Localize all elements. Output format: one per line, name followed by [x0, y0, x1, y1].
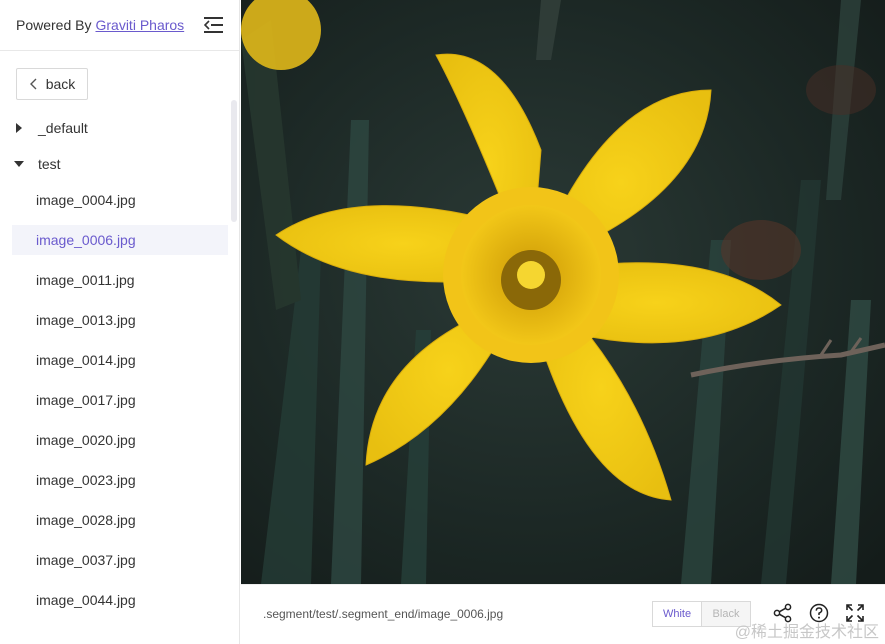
file-item[interactable]: image_0014.jpg — [12, 345, 228, 375]
file-item[interactable]: image_0037.jpg — [12, 545, 228, 575]
powered-by: Powered By Graviti Pharos — [16, 17, 184, 33]
chevron-left-icon — [29, 78, 37, 90]
tree-folder-test[interactable]: test — [14, 154, 61, 174]
file-name: image_0014.jpg — [36, 352, 136, 368]
file-item[interactable]: image_0028.jpg — [12, 505, 228, 535]
file-item[interactable]: image_0044.jpg — [12, 585, 228, 615]
file-name: image_0028.jpg — [36, 512, 136, 528]
bottom-bar: .segment/test/.segment_end/image_0006.jp… — [241, 584, 885, 644]
file-item[interactable]: image_0013.jpg — [12, 305, 228, 335]
file-item[interactable]: image_0004.jpg — [12, 185, 228, 215]
caret-down-icon — [14, 161, 24, 167]
file-item-selected[interactable]: image_0006.jpg — [12, 225, 228, 255]
sidebar-header: Powered By Graviti Pharos — [0, 0, 239, 51]
file-name: image_0017.jpg — [36, 392, 136, 408]
file-item[interactable]: image_0017.jpg — [12, 385, 228, 415]
file-name: image_0011.jpg — [36, 272, 135, 288]
file-name: image_0004.jpg — [36, 192, 136, 208]
caret-right-icon — [16, 123, 22, 133]
sidebar-scrollbar[interactable] — [231, 100, 237, 222]
file-name: image_0044.jpg — [36, 592, 136, 608]
file-name: image_0013.jpg — [36, 312, 136, 328]
file-name: image_0023.jpg — [36, 472, 136, 488]
file-name: image_0020.jpg — [36, 432, 136, 448]
watermark: @稀土掘金技术社区 — [734, 624, 879, 641]
sidebar: Powered By Graviti Pharos back _default t… — [0, 0, 240, 644]
powered-by-label: Powered By — [16, 17, 92, 33]
file-name: image_0037.jpg — [36, 552, 136, 568]
tree-folder-default[interactable]: _default — [14, 118, 88, 138]
menu-collapse-icon[interactable] — [204, 16, 223, 34]
file-path: .segment/test/.segment_end/image_0006.jp… — [263, 607, 504, 621]
daffodil-image — [241, 0, 885, 584]
file-name: image_0006.jpg — [36, 232, 136, 248]
file-item[interactable]: image_0020.jpg — [12, 425, 228, 455]
bg-white-option[interactable]: White — [653, 602, 702, 626]
back-button[interactable]: back — [16, 68, 88, 100]
brand-link[interactable]: Graviti Pharos — [95, 17, 184, 33]
file-item[interactable]: image_0023.jpg — [12, 465, 228, 495]
folder-label: test — [38, 156, 61, 172]
file-item[interactable]: image_0011.jpg — [12, 265, 228, 295]
image-viewer[interactable] — [241, 0, 885, 584]
back-label: back — [45, 76, 76, 92]
folder-label: _default — [38, 120, 88, 136]
